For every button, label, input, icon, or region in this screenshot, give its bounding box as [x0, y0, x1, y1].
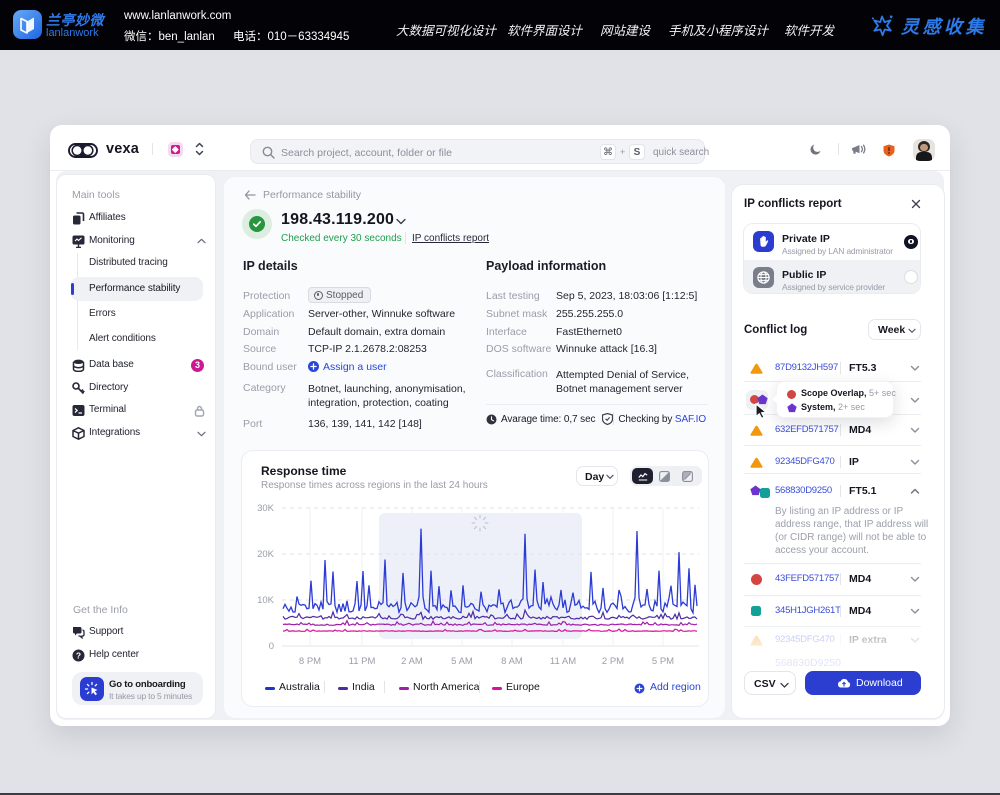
svg-text:?: ? — [76, 650, 81, 660]
